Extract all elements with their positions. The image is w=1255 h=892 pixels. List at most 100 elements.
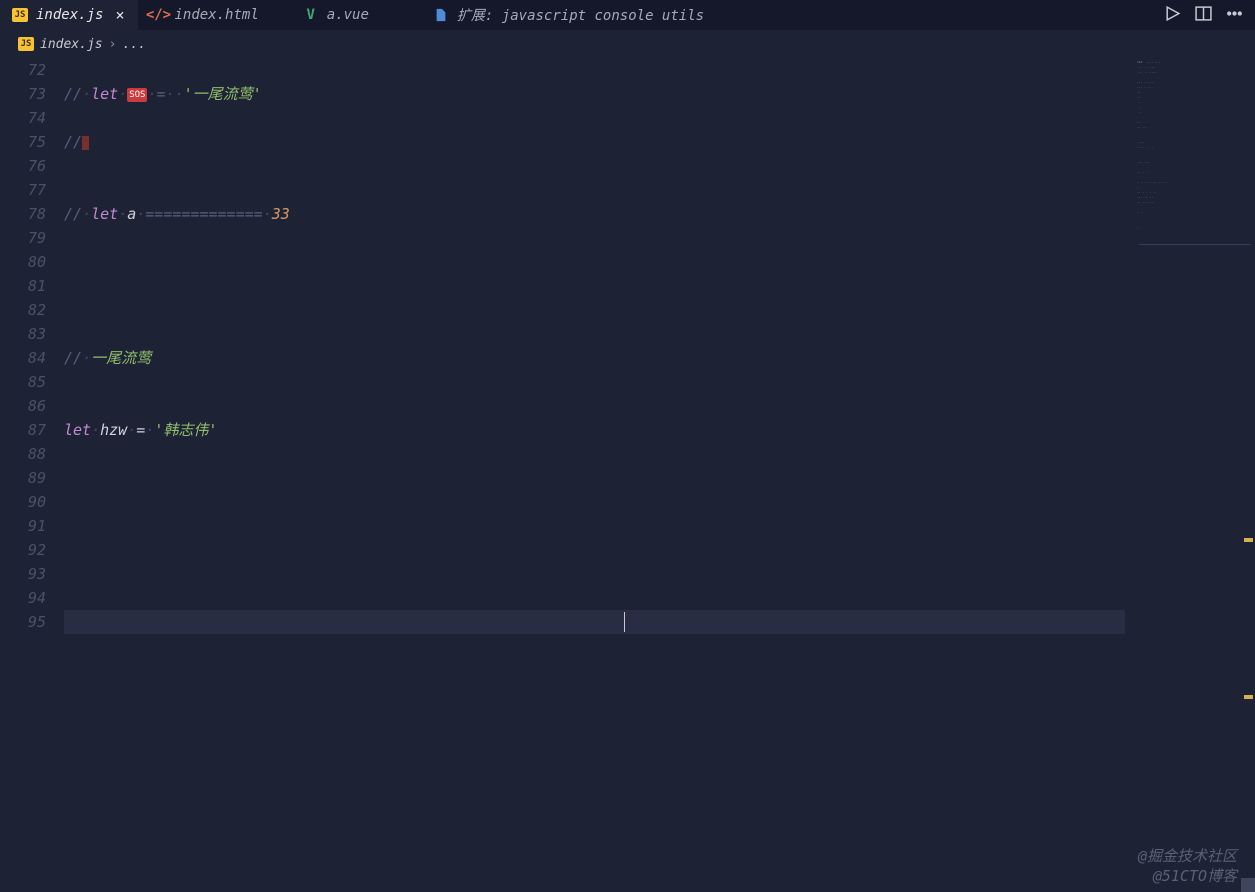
code-line[interactable]: //·let·a·=============·33	[64, 202, 1255, 226]
line-number: 82	[0, 298, 46, 322]
line-number: 78	[0, 202, 46, 226]
code-line[interactable]	[64, 466, 1255, 490]
line-number: 95	[0, 610, 46, 634]
code-line[interactable]	[64, 154, 1255, 178]
line-number: 79	[0, 226, 46, 250]
html-icon: </>	[150, 7, 166, 23]
breadcrumb-tail: ...	[122, 37, 145, 52]
code-line[interactable]	[64, 370, 1255, 394]
token-string: '一尾流莺'	[184, 85, 262, 103]
line-number: 91	[0, 514, 46, 538]
token-dot: ·	[127, 421, 136, 439]
token-dot: ·	[118, 205, 127, 223]
code-line[interactable]	[64, 274, 1255, 298]
code-line[interactable]: //	[64, 130, 1255, 154]
code-line[interactable]	[64, 58, 1255, 82]
tab-bar: JS index.js × </> index.html V a.vue 扩展:…	[0, 0, 1255, 30]
line-number: 80	[0, 250, 46, 274]
js-icon: JS	[12, 8, 28, 22]
token-dot: ·	[82, 85, 91, 103]
code-line[interactable]	[64, 394, 1255, 418]
breadcrumb[interactable]: JS index.js › ...	[0, 30, 1255, 58]
vue-icon: V	[303, 7, 319, 23]
breadcrumb-file: index.js	[40, 37, 103, 52]
scrollbar-overview[interactable]	[1242, 58, 1255, 892]
code-line[interactable]	[64, 562, 1255, 586]
code-line[interactable]: let·hzw·=·'韩志伟'	[64, 418, 1255, 442]
token-keyword: let	[64, 421, 91, 439]
scroll-marker	[1244, 695, 1253, 699]
line-number: 89	[0, 466, 46, 490]
watermark-2: @51CTO博客	[1153, 865, 1237, 886]
text-cursor	[624, 612, 625, 632]
chevron-right-icon: ›	[109, 37, 117, 52]
js-icon: JS	[18, 37, 34, 51]
token-comment: =	[157, 85, 166, 103]
more-icon[interactable]	[1226, 5, 1243, 26]
line-number: 73	[0, 82, 46, 106]
close-icon[interactable]: ×	[111, 6, 124, 24]
line-number: 94	[0, 586, 46, 610]
line-number: 77	[0, 178, 46, 202]
line-number: 87	[0, 418, 46, 442]
token-sos: SOS	[127, 88, 147, 102]
line-number: 86	[0, 394, 46, 418]
code-line[interactable]	[64, 250, 1255, 274]
code-line[interactable]	[64, 538, 1255, 562]
watermark-1: @掘金技术社区	[1138, 845, 1237, 866]
token-num: 33	[272, 205, 290, 223]
code-line[interactable]: //·let·SOS·=··'一尾流莺'	[64, 82, 1255, 106]
line-number: 90	[0, 490, 46, 514]
token-dot: ·	[147, 85, 156, 103]
minimap-viewport-edge	[1139, 244, 1251, 245]
code-line[interactable]	[64, 298, 1255, 322]
code-line[interactable]	[64, 442, 1255, 466]
line-number: 93	[0, 562, 46, 586]
token-dot: ·	[145, 421, 154, 439]
code-line[interactable]	[64, 514, 1255, 538]
code-line[interactable]	[64, 610, 1125, 634]
tab-label: 扩展: javascript console utils	[457, 5, 704, 25]
code-line[interactable]	[64, 226, 1255, 250]
token-keyword: let	[91, 85, 118, 103]
tab-actions	[1164, 0, 1255, 30]
line-number: 85	[0, 370, 46, 394]
code-line[interactable]	[64, 178, 1255, 202]
code-line[interactable]	[64, 586, 1255, 610]
code-area[interactable]: //·let·SOS·=··'一尾流莺'////·let·a·=========…	[64, 58, 1255, 892]
token-comment: //	[64, 133, 82, 151]
token-var: a	[127, 205, 136, 223]
minimap[interactable]: let ---- --- -- -- --- -- -- ---- --- --…	[1135, 58, 1255, 838]
tab-a-vue[interactable]: V a.vue	[273, 0, 383, 30]
gutter: 7273747576777879808182838485868788899091…	[0, 58, 64, 892]
scroll-marker	[1244, 538, 1253, 542]
code-line[interactable]	[64, 106, 1255, 130]
tab-label: a.vue	[327, 7, 369, 23]
line-number: 88	[0, 442, 46, 466]
editor[interactable]: 7273747576777879808182838485868788899091…	[0, 58, 1255, 892]
token-comment: //	[64, 205, 82, 223]
tab-index-js[interactable]: JS index.js ×	[0, 0, 138, 30]
token-comment: =============	[145, 205, 262, 223]
token-string: '韩志伟'	[154, 421, 217, 439]
line-number: 83	[0, 322, 46, 346]
token-var: =	[136, 421, 145, 439]
token-reddot	[82, 136, 89, 150]
token-dot: ·	[175, 85, 184, 103]
run-icon[interactable]	[1164, 5, 1181, 26]
token-keyword: let	[91, 205, 118, 223]
split-editor-icon[interactable]	[1195, 5, 1212, 26]
token-dot: ·	[118, 85, 127, 103]
code-line[interactable]	[64, 490, 1255, 514]
code-line[interactable]: //·一尾流莺	[64, 346, 1255, 370]
code-line[interactable]	[64, 322, 1255, 346]
token-dot: ·	[82, 349, 91, 367]
token-comment: //	[64, 85, 82, 103]
scrollbar-corner	[1241, 878, 1255, 892]
line-number: 92	[0, 538, 46, 562]
token-var: hzw	[100, 421, 127, 439]
tab-extension[interactable]: 扩展: javascript console utils	[383, 0, 718, 30]
tab-index-html[interactable]: </> index.html	[138, 0, 272, 30]
line-number: 74	[0, 106, 46, 130]
tab-label: index.html	[174, 7, 258, 23]
